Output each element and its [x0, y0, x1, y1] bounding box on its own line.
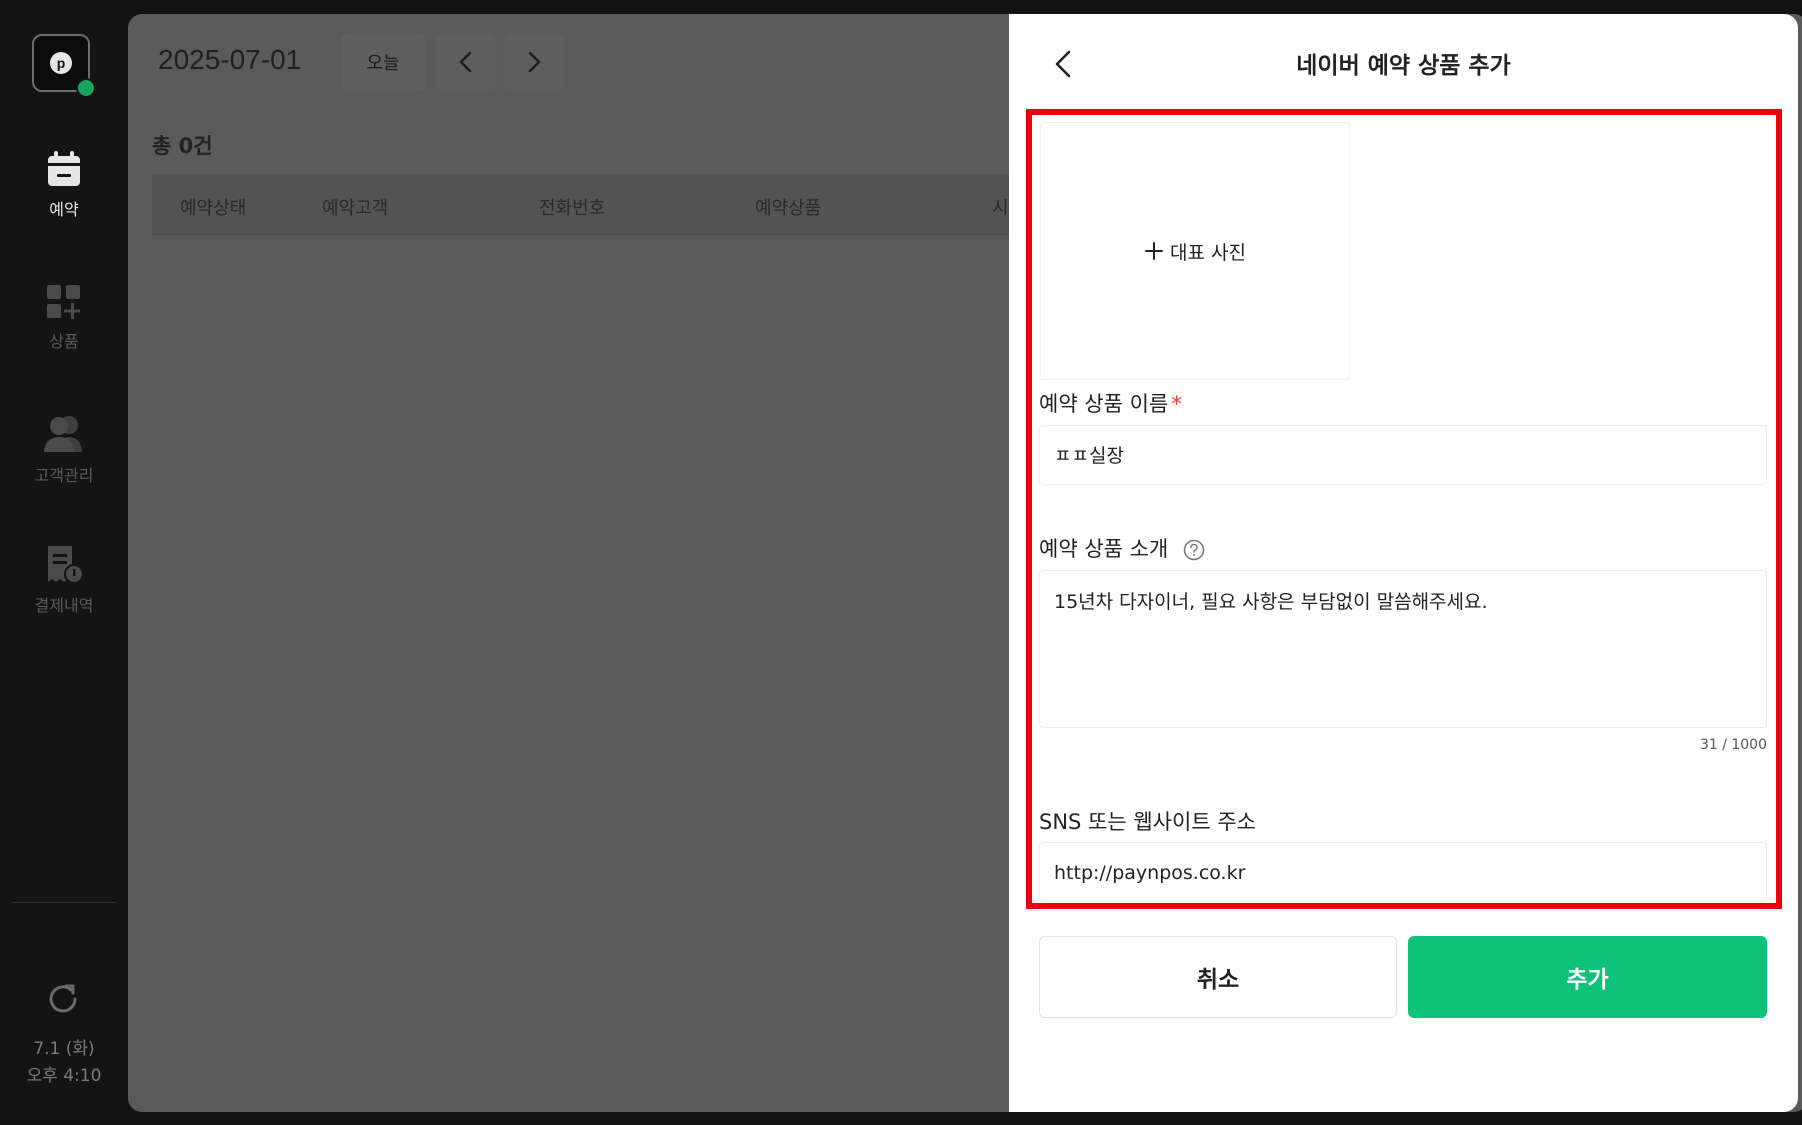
prev-day-button[interactable] — [436, 33, 496, 91]
product-intro-textarea[interactable]: 15년차 다자이너, 필요 사항은 부담없이 말씀해주세요. — [1039, 570, 1767, 728]
sidebar: p 예약 상품 고객관리 결제내역 7.1 (화) 오후 4:10 — [0, 0, 128, 1125]
sidebar-item-payments[interactable]: 결제내역 — [0, 544, 128, 616]
product-name-input[interactable]: ㅍㅍ실장 — [1039, 425, 1767, 485]
sidebar-item-label: 결제내역 — [34, 596, 94, 615]
users-icon — [44, 416, 82, 452]
receipt-icon — [48, 546, 84, 584]
clock-date: 7.1 (화) — [33, 1039, 95, 1059]
sns-url-label: SNS 또는 웹사이트 주소 — [1039, 810, 1256, 834]
chevron-left-icon — [459, 51, 472, 73]
chevron-right-icon — [528, 51, 541, 73]
sidebar-item-label: 예약 — [49, 200, 79, 219]
photo-upload-label: 대표 사진 — [1170, 241, 1246, 264]
sns-url-input[interactable]: http://paynpos.co.kr — [1039, 842, 1767, 902]
cancel-button[interactable]: 취소 — [1039, 936, 1397, 1018]
sync-clock: 7.1 (화) 오후 4:10 — [0, 1036, 128, 1090]
sidebar-item-reservation[interactable]: 예약 — [0, 150, 128, 220]
next-day-button[interactable] — [504, 33, 564, 91]
column-header[interactable]: 예약상태 — [180, 194, 246, 220]
refresh-icon[interactable] — [44, 980, 82, 1018]
column-header[interactable]: 예약고객 — [322, 194, 388, 220]
current-date[interactable]: 2025-07-01 — [158, 44, 301, 76]
sidebar-item-customers[interactable]: 고객관리 — [0, 414, 128, 486]
add-grid-icon — [47, 285, 80, 319]
online-status-dot — [76, 78, 96, 98]
sidebar-item-label: 상품 — [49, 332, 79, 351]
product-intro-label: 예약 상품 소개 — [1039, 533, 1205, 563]
column-header[interactable]: 전화번호 — [539, 194, 605, 220]
sidebar-item-products[interactable]: 상품 — [0, 284, 128, 352]
sidebar-divider — [12, 902, 116, 903]
plus-icon — [1145, 242, 1164, 260]
character-count: 31 / 1000 — [1699, 737, 1767, 753]
add-button[interactable]: 추가 — [1408, 936, 1767, 1018]
calendar-icon — [48, 151, 80, 186]
sidebar-item-label: 고객관리 — [34, 466, 94, 485]
column-header[interactable]: 예약상품 — [755, 194, 821, 220]
panel-title: 네이버 예약 상품 추가 — [1296, 53, 1511, 79]
total-count: 총 0건 — [152, 134, 213, 158]
store-logo[interactable]: p — [32, 34, 96, 98]
reservation-table-header: 예약상태 예약고객 전화번호 예약상품 시 — [152, 174, 1152, 235]
logo-mark: p — [50, 52, 72, 74]
clock-time: 오후 4:10 — [26, 1066, 102, 1086]
product-name-label: 예약 상품 이름 * — [1039, 388, 1182, 418]
help-icon[interactable] — [1183, 539, 1205, 561]
column-header[interactable]: 시 — [992, 194, 1009, 220]
product-intro-label-text: 예약 상품 소개 — [1039, 537, 1169, 561]
required-mark: * — [1171, 392, 1182, 416]
panel-header: 네이버 예약 상품 추가 — [1009, 14, 1798, 108]
product-name-label-text: 예약 상품 이름 — [1039, 392, 1169, 416]
add-product-panel: 네이버 예약 상품 추가 대표 사진 예약 상품 이름 * ㅍㅍ실장 예약 상품 … — [1009, 14, 1798, 1112]
today-button[interactable]: 오늘 — [341, 33, 425, 91]
representative-photo-upload[interactable]: 대표 사진 — [1040, 122, 1350, 380]
